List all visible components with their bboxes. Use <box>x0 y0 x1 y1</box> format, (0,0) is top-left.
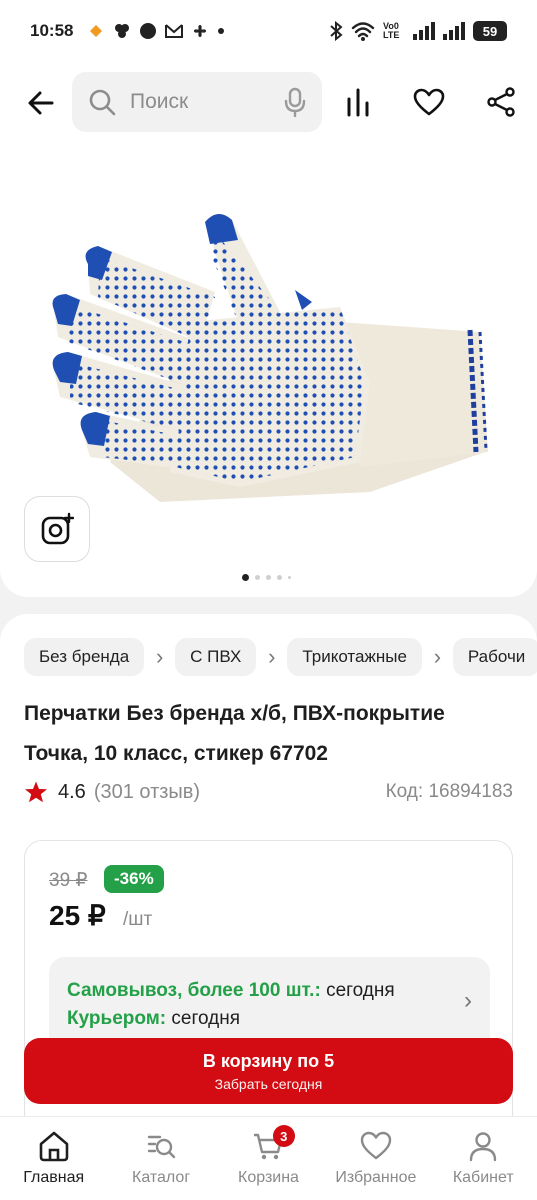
wifi-icon <box>351 22 375 41</box>
network-label: Vo0 LTE <box>383 21 400 40</box>
bottom-navigation: Главная Каталог 3 Корзина Избранное Каби… <box>0 1116 537 1200</box>
gallery-dot-4[interactable] <box>277 575 282 580</box>
rating-value: 4.6 <box>58 780 86 803</box>
search-input[interactable]: Поиск <box>72 72 322 132</box>
breadcrumb-chip-knitted[interactable]: Трикотажные <box>287 638 422 676</box>
nav-item-cart[interactable]: 3 Корзина <box>215 1117 322 1200</box>
status-system: Vo0 LTE 59 <box>329 21 507 41</box>
share-icon <box>487 87 515 117</box>
rating-row: 4.6 (301 отзыв) Код: 16894183 <box>24 776 513 808</box>
nav-item-home[interactable]: Главная <box>0 1117 107 1200</box>
favorite-button[interactable] <box>412 84 446 120</box>
product-info: Без бренда › С ПВХ › Трикотажные › Рабоч… <box>0 614 537 1200</box>
product-image-gloves[interactable] <box>40 202 495 542</box>
gallery-dot-3[interactable] <box>266 575 271 580</box>
pickup-row: Самовывоз, более 100 шт.: сегодня <box>67 977 472 1005</box>
search-icon <box>89 89 116 116</box>
search-placeholder: Поиск <box>130 90 189 113</box>
bluetooth-icon <box>330 21 343 41</box>
nav-label: Кабинет <box>452 1169 514 1186</box>
notification-dot-icon <box>218 28 225 34</box>
product-title: Перчатки Без бренда х/б, ПВХ-покрытие То… <box>24 702 445 765</box>
current-price: 25 ₽ <box>49 900 106 931</box>
nav-label: Каталог <box>132 1169 191 1186</box>
pickup-value: сегодня <box>326 980 395 1001</box>
gallery-dot-2[interactable] <box>255 575 260 580</box>
discount-badge: -36% <box>104 865 164 893</box>
breadcrumb-chip-brand[interactable]: Без бренда <box>24 638 145 676</box>
battery-indicator: 59 <box>473 21 507 41</box>
nav-label: Корзина <box>238 1169 299 1186</box>
signal-icon <box>413 22 435 40</box>
chevron-right-icon: › <box>268 644 276 669</box>
nav-label: Избранное <box>335 1169 417 1186</box>
add-to-cart-button[interactable]: В корзину по 5 Забрать сегодня <box>24 1038 513 1104</box>
notification-mail-icon <box>165 24 184 38</box>
notification-cluster-icon <box>115 24 130 38</box>
gallery-dot-5[interactable] <box>288 576 291 579</box>
chevron-right-icon: › <box>156 644 164 669</box>
arrow-left-icon <box>28 91 54 115</box>
compare-bars-icon <box>347 88 369 117</box>
cart-count-badge: 3 <box>272 1125 295 1147</box>
star-icon <box>25 781 47 803</box>
price-unit: /шт <box>123 909 153 930</box>
notification-icons <box>87 22 225 40</box>
share-button[interactable] <box>484 84 518 120</box>
breadcrumb-chip-work[interactable]: Рабочи <box>452 638 537 676</box>
nav-item-account[interactable]: Кабинет <box>430 1117 537 1200</box>
notification-mir-icon <box>140 23 157 39</box>
chevron-right-icon: › <box>433 644 442 669</box>
heart-icon <box>413 88 445 116</box>
heart-icon <box>360 1131 392 1160</box>
back-button[interactable] <box>24 86 58 120</box>
top-bar: Поиск <box>0 62 537 142</box>
reviews-link[interactable]: (301 отзыв) <box>94 781 200 804</box>
nav-item-catalog[interactable]: Каталог <box>107 1117 214 1200</box>
user-icon <box>470 1132 497 1162</box>
home-icon <box>39 1131 68 1162</box>
courier-label: Курьером: <box>67 1008 167 1029</box>
microphone-icon[interactable] <box>284 87 306 117</box>
gallery-pagination <box>242 574 291 581</box>
nav-label: Главная <box>23 1169 85 1186</box>
signal-icon-2 <box>443 22 465 40</box>
add-to-cart-sublabel: Забрать сегодня <box>214 1075 323 1092</box>
compare-button[interactable] <box>341 84 375 120</box>
breadcrumb-chip-pvc[interactable]: С ПВХ <box>175 638 257 676</box>
breadcrumb: Без бренда › С ПВХ › Трикотажные › Рабоч… <box>24 638 537 676</box>
gallery-dot-1[interactable] <box>242 574 249 581</box>
old-price: 39 ₽ <box>49 870 88 891</box>
catalog-search-icon <box>147 1135 176 1159</box>
camera-plus-icon <box>41 512 74 545</box>
add-photo-button[interactable] <box>24 496 90 562</box>
pickup-label: Самовывоз, более 100 шт.: <box>67 980 321 1001</box>
product-gallery[interactable] <box>0 142 537 597</box>
product-code: Код: 16894183 <box>385 781 513 802</box>
status-time: 10:58 <box>30 21 74 40</box>
courier-value: сегодня <box>171 1008 241 1029</box>
status-bar: 10:58 Vo0 LTE 59 <box>0 0 537 62</box>
notification-fan-icon <box>194 24 207 38</box>
add-to-cart-label: В корзину по 5 <box>202 1050 335 1071</box>
notification-app-icon <box>90 25 103 37</box>
nav-item-favorites[interactable]: Избранное <box>322 1117 429 1200</box>
chevron-right-icon: › <box>464 987 472 1014</box>
courier-row: Курьером: сегодня <box>67 1005 472 1033</box>
